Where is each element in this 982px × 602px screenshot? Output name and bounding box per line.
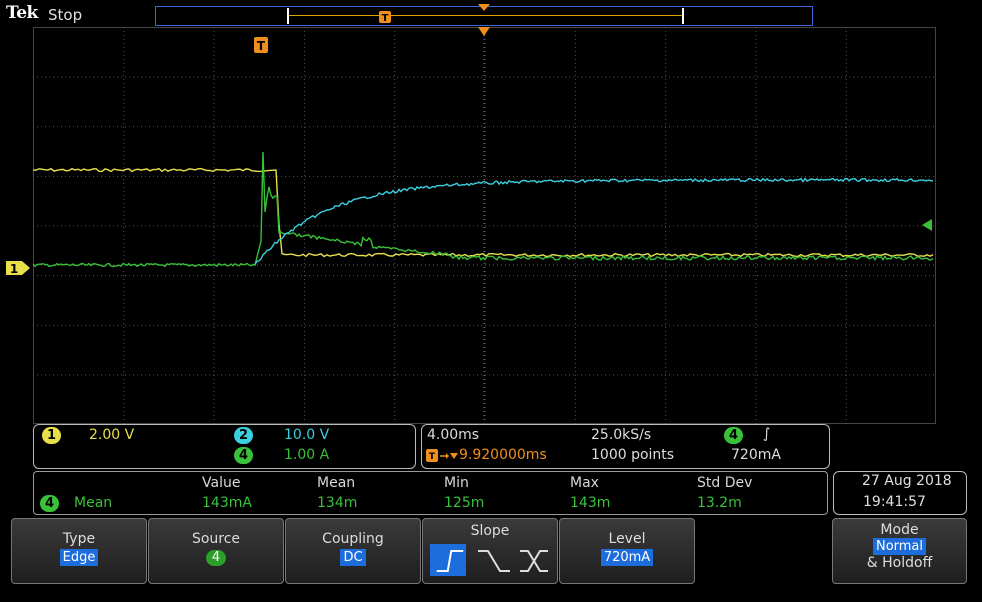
meas-header-stddev: Std Dev [697, 475, 753, 491]
svg-text:T: T [429, 452, 436, 462]
menu-level-button[interactable]: Level 720mA [559, 518, 695, 584]
trigger-time-pointer-icon [478, 27, 490, 36]
slope-options [430, 544, 548, 576]
measurement-type: Mean [74, 495, 113, 511]
menu-mode-label: Mode [880, 522, 919, 538]
time: 19:41:57 [863, 494, 926, 510]
trigger-delay-icon: T [426, 449, 458, 462]
sample-rate: 25.0kS/s [591, 427, 652, 443]
falling-slope-icon[interactable] [478, 550, 510, 572]
record-trigger-pointer-icon [478, 4, 490, 11]
meas-mean: 134m [317, 495, 358, 511]
menu-type-label: Type [62, 531, 96, 547]
meas-value: 143mA [202, 495, 252, 511]
trigger-slope-icon: ∫ [763, 426, 771, 442]
ch4-scale: 1.00 A [284, 447, 330, 463]
ch1-scale: 2.00 V [89, 427, 135, 443]
trigger-level-marker-icon[interactable] [920, 219, 932, 231]
ch2-badge[interactable]: 2 [234, 427, 254, 444]
ch1-ground-marker[interactable]: 1 [4, 259, 32, 277]
menu-coupling-button[interactable]: Coupling DC [285, 518, 421, 584]
measurement-source-badge: 4 [40, 495, 60, 512]
horizontal-scale: 4.00ms [427, 427, 480, 443]
brand-logo: Tek [6, 3, 38, 23]
meas-header-min: Min [444, 475, 469, 491]
ch2-scale: 10.0 V [284, 427, 330, 443]
svg-text:T: T [382, 13, 389, 24]
ch4-badge[interactable]: 4 [234, 447, 254, 464]
menu-source-label: Source [191, 531, 241, 547]
meas-stddev: 13.2m [697, 495, 742, 511]
menu-coupling-value: DC [340, 549, 366, 566]
menu-mode-button[interactable]: Mode Normal & Holdoff [832, 518, 967, 584]
either-slope-icon[interactable] [520, 550, 548, 572]
menu-type-value: Edge [59, 549, 99, 566]
svg-text:T: T [257, 39, 266, 53]
menu-level-label: Level [608, 531, 646, 547]
meas-header-value: Value [202, 475, 241, 491]
trigger-source-badge[interactable]: 4 [724, 427, 744, 444]
menu-mode-value: Normal [872, 538, 927, 555]
trigger-position-marker-icon[interactable]: T [253, 36, 269, 54]
record-length: 1000 points [591, 447, 675, 463]
menu-level-value: 720mA [600, 549, 654, 566]
meas-min: 125m [444, 495, 485, 511]
meas-max: 143m [570, 495, 611, 511]
menu-source-value: 4 [205, 550, 227, 566]
menu-type-button[interactable]: Type Edge [11, 518, 147, 584]
svg-text:1: 1 [10, 262, 18, 276]
ch1-badge[interactable]: 1 [42, 427, 62, 444]
menu-coupling-label: Coupling [322, 531, 384, 547]
menu-mode-extra: & Holdoff [866, 555, 933, 571]
record-trigger-icon: T [379, 11, 391, 24]
waveform-graticule[interactable] [33, 27, 936, 424]
meas-header-mean: Mean [317, 475, 356, 491]
menu-slope-label: Slope [470, 523, 510, 539]
meas-header-max: Max [570, 475, 599, 491]
trigger-level-readout: 720mA [731, 447, 781, 463]
acquisition-status: Stop [48, 6, 83, 24]
menu-slope-button[interactable]: Slope [422, 518, 558, 584]
menu-source-button[interactable]: Source 4 [148, 518, 284, 584]
trigger-position: 9.920000ms [459, 447, 547, 463]
date: 27 Aug 2018 [862, 473, 952, 489]
